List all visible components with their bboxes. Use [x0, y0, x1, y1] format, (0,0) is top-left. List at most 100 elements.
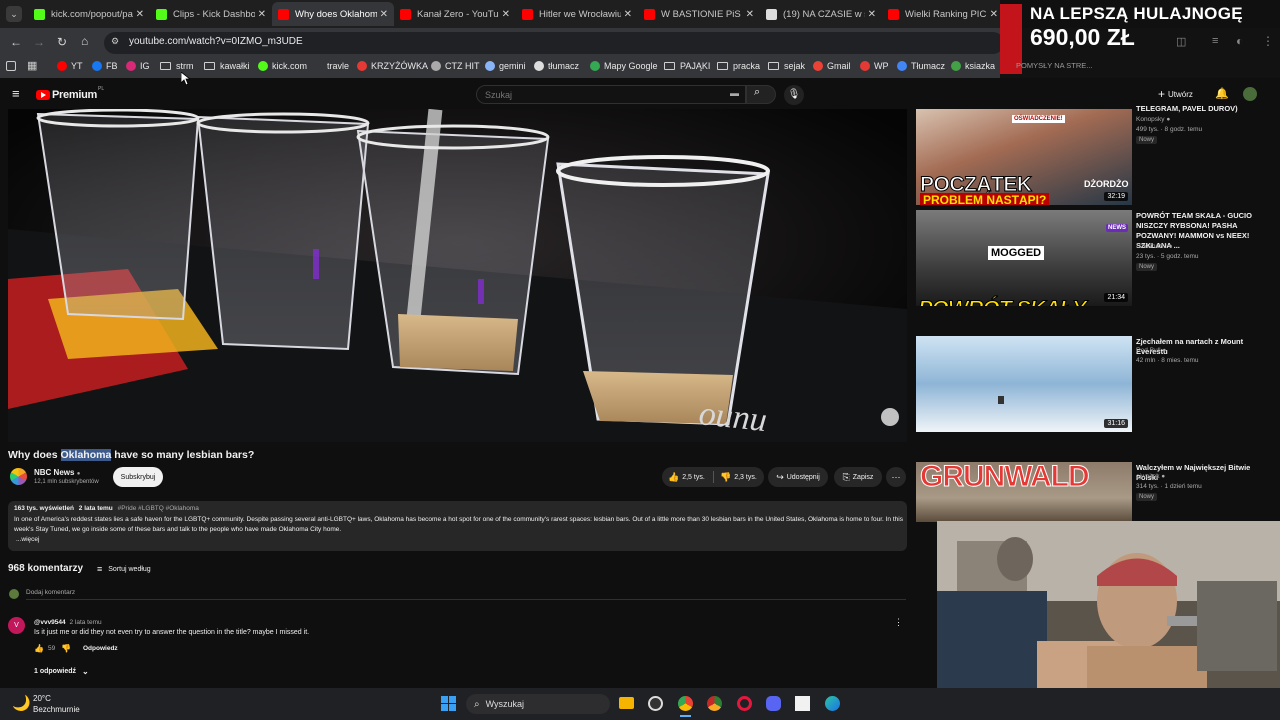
edge-icon[interactable]	[825, 696, 840, 711]
recommended-channel-name[interactable]: Konopsky	[1136, 116, 1165, 123]
hashtags[interactable]: #Pride #LGBTQ #Oklahoma	[118, 505, 199, 512]
recommended-title[interactable]: TELEGRAM, PAVEL DUROV)	[1136, 104, 1272, 114]
tab-close-icon[interactable]: ✕	[624, 9, 632, 20]
recommended-channel[interactable]: Konopsky ●	[1136, 116, 1170, 123]
taskbar-search[interactable]: ⌕ Wyszukaj	[466, 694, 610, 714]
bookmark-item[interactable]: travle	[313, 61, 349, 71]
comment-reply-button[interactable]: Odpowiedz	[83, 645, 118, 652]
bookmark-item[interactable]: PAJĄKI	[664, 61, 710, 71]
bookmark-item[interactable]: strm	[160, 61, 194, 71]
add-comment-input[interactable]: Dodaj komentarz	[26, 589, 906, 600]
file-explorer-icon[interactable]	[619, 697, 634, 709]
bookmark-item[interactable]: kawałki	[204, 61, 250, 71]
windows-start-icon[interactable]	[441, 696, 456, 711]
channel-name[interactable]: NBC News ●	[34, 468, 80, 477]
browser-tab[interactable]: Why does Oklahoma ✕	[272, 2, 394, 26]
recommended-channel[interactable]: ojwojtek ●	[1136, 473, 1165, 480]
comment-more-icon[interactable]: ⋮	[894, 617, 903, 628]
tab-close-icon[interactable]: ✕	[258, 9, 266, 20]
bookmark-item[interactable]: CTZ HIT	[431, 61, 480, 71]
sort-comments-button[interactable]: ≡ Sortuj według	[97, 564, 151, 574]
bookmark-item[interactable]: Gmail	[813, 61, 851, 71]
bookmark-item[interactable]: Tłumacz	[897, 61, 945, 71]
bookmark-item[interactable]: kick.com	[258, 61, 307, 71]
tab-close-icon[interactable]: ✕	[380, 9, 388, 20]
bookmark-item[interactable]: YT	[57, 61, 83, 71]
video-player[interactable]: ounu	[8, 109, 907, 442]
like-button[interactable]: 👍 2,5 tys.	[668, 472, 705, 483]
comment-dislike-icon[interactable]: 👎	[61, 644, 71, 653]
more-actions-button[interactable]: ⋯	[886, 467, 906, 487]
dislike-button[interactable]: 👎 2,3 tys.	[720, 472, 757, 483]
bookmark-item[interactable]: pracka	[717, 61, 760, 71]
discord-icon[interactable]	[766, 696, 781, 711]
url-text[interactable]: youtube.com/watch?v=0IZMO_m3UDE	[129, 36, 303, 47]
profile-icon[interactable]: ◐	[1236, 34, 1243, 48]
keyboard-icon[interactable]: ▬	[730, 88, 739, 98]
browser-tab[interactable]: Kanał Zero - YouTube✕	[394, 2, 516, 26]
save-button[interactable]: ⎘ Zapisz	[834, 467, 882, 487]
share-button[interactable]: ↪ Udostępnij	[768, 467, 828, 487]
tab-close-icon[interactable]: ✕	[868, 9, 876, 20]
obs-icon[interactable]	[648, 696, 663, 711]
account-avatar[interactable]	[1243, 87, 1257, 101]
recommended-channel-name[interactable]: SzklanaYJ	[1136, 243, 1167, 250]
comment-replies-toggle[interactable]: 1 odpowiedź ⌄	[34, 667, 89, 676]
weather-icon[interactable]: 🌙	[12, 694, 31, 712]
tab-close-icon[interactable]: ✕	[502, 9, 510, 20]
search-button[interactable]	[746, 85, 776, 104]
forward-icon[interactable]: →	[33, 35, 45, 49]
capcut-icon[interactable]	[795, 696, 810, 711]
description-box[interactable]: 163 tys. wyświetleń 2 lata temu #Pride #…	[8, 501, 907, 551]
comment-author[interactable]: @vvv9544	[34, 619, 66, 626]
channel-avatar[interactable]	[10, 468, 27, 485]
extension-icon[interactable]: ◫	[1176, 35, 1186, 48]
weather-widget[interactable]: 20°C Bezchmurnie	[33, 693, 80, 715]
back-icon[interactable]: ←	[10, 35, 22, 49]
bookmark-item[interactable]: WP	[860, 61, 889, 71]
youtube-logo[interactable]: Premium PL	[36, 86, 104, 101]
tab-search-button[interactable]: ⌄	[6, 6, 22, 22]
chrome-icon[interactable]	[678, 696, 693, 711]
more-options-icon[interactable]: ⋮	[1262, 34, 1274, 48]
create-button[interactable]: + Utwórz	[1158, 86, 1193, 102]
search-icon[interactable]: ⌕	[754, 86, 760, 99]
subscribe-button[interactable]: Subskrybuj	[113, 467, 163, 487]
description-more-link[interactable]: ...więcej	[16, 536, 39, 543]
bookmark-item[interactable]: Mapy Google	[590, 61, 658, 71]
recommended-channel[interactable]: SzklanaYJ ●	[1136, 243, 1172, 250]
recommended-channel-name[interactable]: Red Bull	[1136, 347, 1161, 354]
home-icon[interactable]: ⌂	[81, 34, 88, 48]
menu-icon[interactable]: ≡	[1212, 35, 1218, 47]
bookmark-item[interactable]: KRZYŻÓWKA	[357, 61, 428, 71]
reload-icon[interactable]: ↻	[57, 35, 67, 49]
comment-like-button[interactable]: 👍 59	[34, 644, 55, 653]
bookmark-item[interactable]: tłumacz	[534, 61, 579, 71]
recommended-thumbnail[interactable]: 31:16	[916, 336, 1132, 432]
bookmark-item[interactable]: ksiazka	[951, 61, 995, 71]
apps-grid-icon[interactable]: ▦	[27, 59, 37, 72]
bookmark-item[interactable]: sejak	[768, 61, 805, 71]
browser-tab[interactable]: Wielki Ranking PICIA ✕	[882, 2, 1004, 26]
opera-icon[interactable]	[737, 696, 752, 711]
tab-close-icon[interactable]: ✕	[990, 9, 998, 20]
comment-avatar[interactable]: V	[8, 617, 25, 634]
notifications-bell-icon[interactable]: 🔔	[1215, 87, 1229, 100]
recommended-thumbnail[interactable]: MOGGED NEWS POWRÓT SKAŁY 21:34	[916, 210, 1132, 306]
browser-tab[interactable]: Hitler we Wrocławiu ✕	[516, 2, 638, 26]
bookmark-page-icon[interactable]	[6, 61, 16, 71]
tab-close-icon[interactable]: ✕	[746, 9, 754, 20]
recommended-thumbnail[interactable]: GRUNWALD	[916, 462, 1132, 522]
site-info-icon[interactable]: ⚙	[111, 36, 119, 47]
browser-tab[interactable]: kick.com/popout/pa ✕	[28, 2, 150, 26]
bookmark-item[interactable]: FB	[92, 61, 118, 71]
channel-name-text[interactable]: NBC News	[34, 468, 74, 477]
mic-icon[interactable]: 🎙	[784, 85, 804, 105]
browser-tab[interactable]: Clips - Kick Dashboa ✕	[150, 2, 272, 26]
recommended-channel-name[interactable]: ojwojtek	[1136, 473, 1159, 480]
tab-close-icon[interactable]: ✕	[136, 9, 144, 20]
recommended-thumbnail[interactable]: OŚWIADCZENIE! POCZĄTEK PROBLEM NASTĄPI? …	[916, 109, 1132, 205]
bookmark-item[interactable]: gemini	[485, 61, 526, 71]
recommended-channel[interactable]: Red Bull ●	[1136, 347, 1166, 354]
search-input[interactable]	[476, 85, 746, 104]
